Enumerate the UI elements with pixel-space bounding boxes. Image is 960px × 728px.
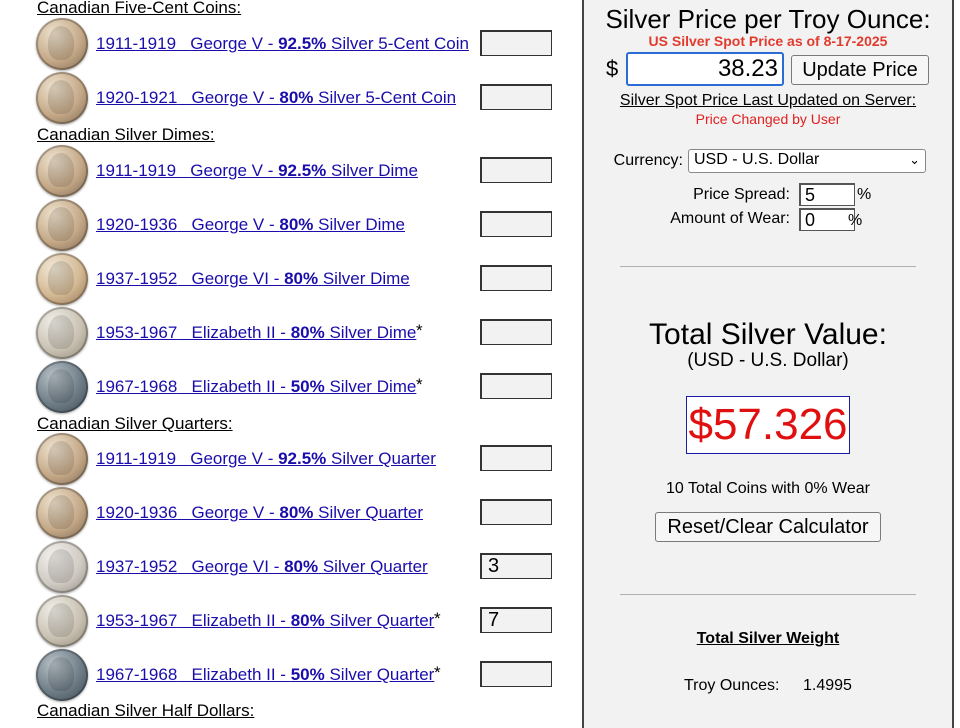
coin-image bbox=[36, 307, 88, 359]
chevron-down-icon: ⌄ bbox=[909, 152, 920, 167]
coin-link[interactable]: 1920-1921 George V - 80% Silver 5-Cent C… bbox=[96, 88, 456, 108]
section-heading-quarters: Canadian Silver Quarters: bbox=[37, 414, 233, 433]
coin-image bbox=[36, 595, 88, 647]
coin-link[interactable]: 1920-1936 George V - 80% Silver Quarter bbox=[96, 503, 423, 523]
quantity-input[interactable] bbox=[480, 445, 552, 471]
coin-link[interactable]: 1967-1968 Elizabeth II - 50% Silver Dime bbox=[96, 377, 416, 397]
total-value-label: Total Silver Value: bbox=[649, 318, 887, 351]
spot-price-date: US Silver Spot Price as of 8-17-2025 bbox=[648, 33, 888, 49]
divider bbox=[620, 266, 916, 267]
percent-sign: % bbox=[857, 186, 872, 203]
coin-link[interactable]: 1953-1967 Elizabeth II - 80% Silver Quar… bbox=[96, 611, 434, 631]
total-value-display: $57.326 bbox=[686, 396, 850, 454]
price-spread-label: Price Spread: bbox=[693, 186, 790, 203]
quantity-input[interactable] bbox=[480, 211, 552, 237]
coin-image bbox=[36, 361, 88, 413]
percent-sign: % bbox=[848, 212, 863, 229]
quantity-input[interactable] bbox=[480, 499, 552, 525]
coin-row: 1937-1952 George VI - 80% Silver Quarter bbox=[0, 540, 582, 594]
quantity-input[interactable] bbox=[480, 84, 552, 110]
price-spread-input[interactable] bbox=[799, 183, 855, 206]
coin-link[interactable]: 1967-1968 Elizabeth II - 50% Silver Quar… bbox=[96, 665, 434, 685]
coin-image bbox=[36, 433, 88, 485]
quantity-input[interactable] bbox=[480, 319, 552, 345]
section-heading-half-dollars: Canadian Silver Half Dollars: bbox=[37, 701, 255, 720]
coin-row: 1967-1968 Elizabeth II - 50% Silver Dime… bbox=[0, 360, 582, 414]
update-price-button[interactable]: Update Price bbox=[791, 55, 929, 85]
quantity-input[interactable] bbox=[480, 30, 552, 56]
coin-row: 1937-1952 George VI - 80% Silver Dime bbox=[0, 252, 582, 306]
currency-label: Currency: bbox=[613, 152, 683, 169]
coin-image bbox=[36, 18, 88, 70]
coin-link[interactable]: 1911-1919 George V - 92.5% Silver 5-Cent… bbox=[96, 34, 469, 54]
coin-image bbox=[36, 72, 88, 124]
coin-image bbox=[36, 253, 88, 305]
troy-ounces-value: 1.4995 bbox=[803, 677, 852, 694]
coins-summary: 10 Total Coins with 0% Wear bbox=[666, 480, 870, 497]
coin-link[interactable]: 1953-1967 Elizabeth II - 80% Silver Dime bbox=[96, 323, 416, 343]
silver-price-input[interactable] bbox=[626, 52, 784, 86]
asterisk-note: * bbox=[434, 609, 441, 628]
quantity-input[interactable] bbox=[480, 265, 552, 291]
asterisk-note: * bbox=[416, 375, 423, 394]
coin-link[interactable]: 1911-1919 George V - 92.5% Silver Dime bbox=[96, 161, 418, 181]
quantity-input[interactable] bbox=[480, 661, 552, 687]
coin-row: 1911-1919 George V - 92.5% Silver 5-Cent… bbox=[0, 17, 582, 71]
coin-row: 1911-1919 George V - 92.5% Silver Quarte… bbox=[0, 432, 582, 486]
coin-link[interactable]: 1911-1919 George V - 92.5% Silver Quarte… bbox=[96, 449, 436, 469]
price-changed-notice: Price Changed by User bbox=[695, 111, 841, 127]
coin-link[interactable]: 1937-1952 George VI - 80% Silver Dime bbox=[96, 269, 410, 289]
currency-select-value: USD - U.S. Dollar bbox=[694, 151, 820, 168]
currency-select[interactable]: USD - U.S. Dollar ⌄ bbox=[688, 149, 926, 173]
reset-calculator-button[interactable]: Reset/Clear Calculator bbox=[655, 512, 881, 542]
coin-row: 1967-1968 Elizabeth II - 50% Silver Quar… bbox=[0, 648, 582, 702]
coin-list: Canadian Five-Cent Coins: 1911-1919 Geor… bbox=[0, 0, 582, 720]
calculator-panel: Silver Price per Troy Ounce: US Silver S… bbox=[582, 0, 954, 728]
asterisk-note: * bbox=[416, 321, 423, 340]
coin-image bbox=[36, 199, 88, 251]
coin-row: 1953-1967 Elizabeth II - 80% Silver Quar… bbox=[0, 594, 582, 648]
section-heading-dimes: Canadian Silver Dimes: bbox=[37, 125, 215, 144]
section-heading-five-cent: Canadian Five-Cent Coins: bbox=[37, 0, 242, 17]
total-currency-label: (USD - U.S. Dollar) bbox=[687, 350, 849, 371]
coin-image bbox=[36, 487, 88, 539]
panel-title: Silver Price per Troy Ounce: bbox=[605, 4, 931, 34]
wear-label: Amount of Wear: bbox=[670, 210, 790, 227]
divider bbox=[620, 594, 916, 595]
coin-row: 1920-1936 George V - 80% Silver Quarter bbox=[0, 486, 582, 540]
coin-row: 1911-1919 George V - 92.5% Silver Dime bbox=[0, 144, 582, 198]
currency-symbol: $ bbox=[606, 56, 619, 81]
asterisk-note: * bbox=[434, 663, 441, 682]
coin-row: 1920-1936 George V - 80% Silver Dime bbox=[0, 198, 582, 252]
quantity-input[interactable] bbox=[480, 157, 552, 183]
last-updated-label: Silver Spot Price Last Updated on Server… bbox=[619, 92, 917, 109]
coin-image bbox=[36, 145, 88, 197]
coin-image bbox=[36, 649, 88, 701]
quantity-input[interactable] bbox=[480, 373, 552, 399]
quantity-input[interactable] bbox=[480, 607, 552, 633]
silver-weight-title: Total Silver Weight bbox=[696, 630, 840, 647]
coin-row: 1920-1921 George V - 80% Silver 5-Cent C… bbox=[0, 71, 582, 125]
wear-input[interactable] bbox=[799, 208, 855, 231]
coin-link[interactable]: 1920-1936 George V - 80% Silver Dime bbox=[96, 215, 405, 235]
troy-ounces-label: Troy Ounces: bbox=[684, 677, 780, 694]
coin-image bbox=[36, 541, 88, 593]
coin-row: 1953-1967 Elizabeth II - 80% Silver Dime… bbox=[0, 306, 582, 360]
quantity-input[interactable] bbox=[480, 553, 552, 579]
coin-link[interactable]: 1937-1952 George VI - 80% Silver Quarter bbox=[96, 557, 428, 577]
